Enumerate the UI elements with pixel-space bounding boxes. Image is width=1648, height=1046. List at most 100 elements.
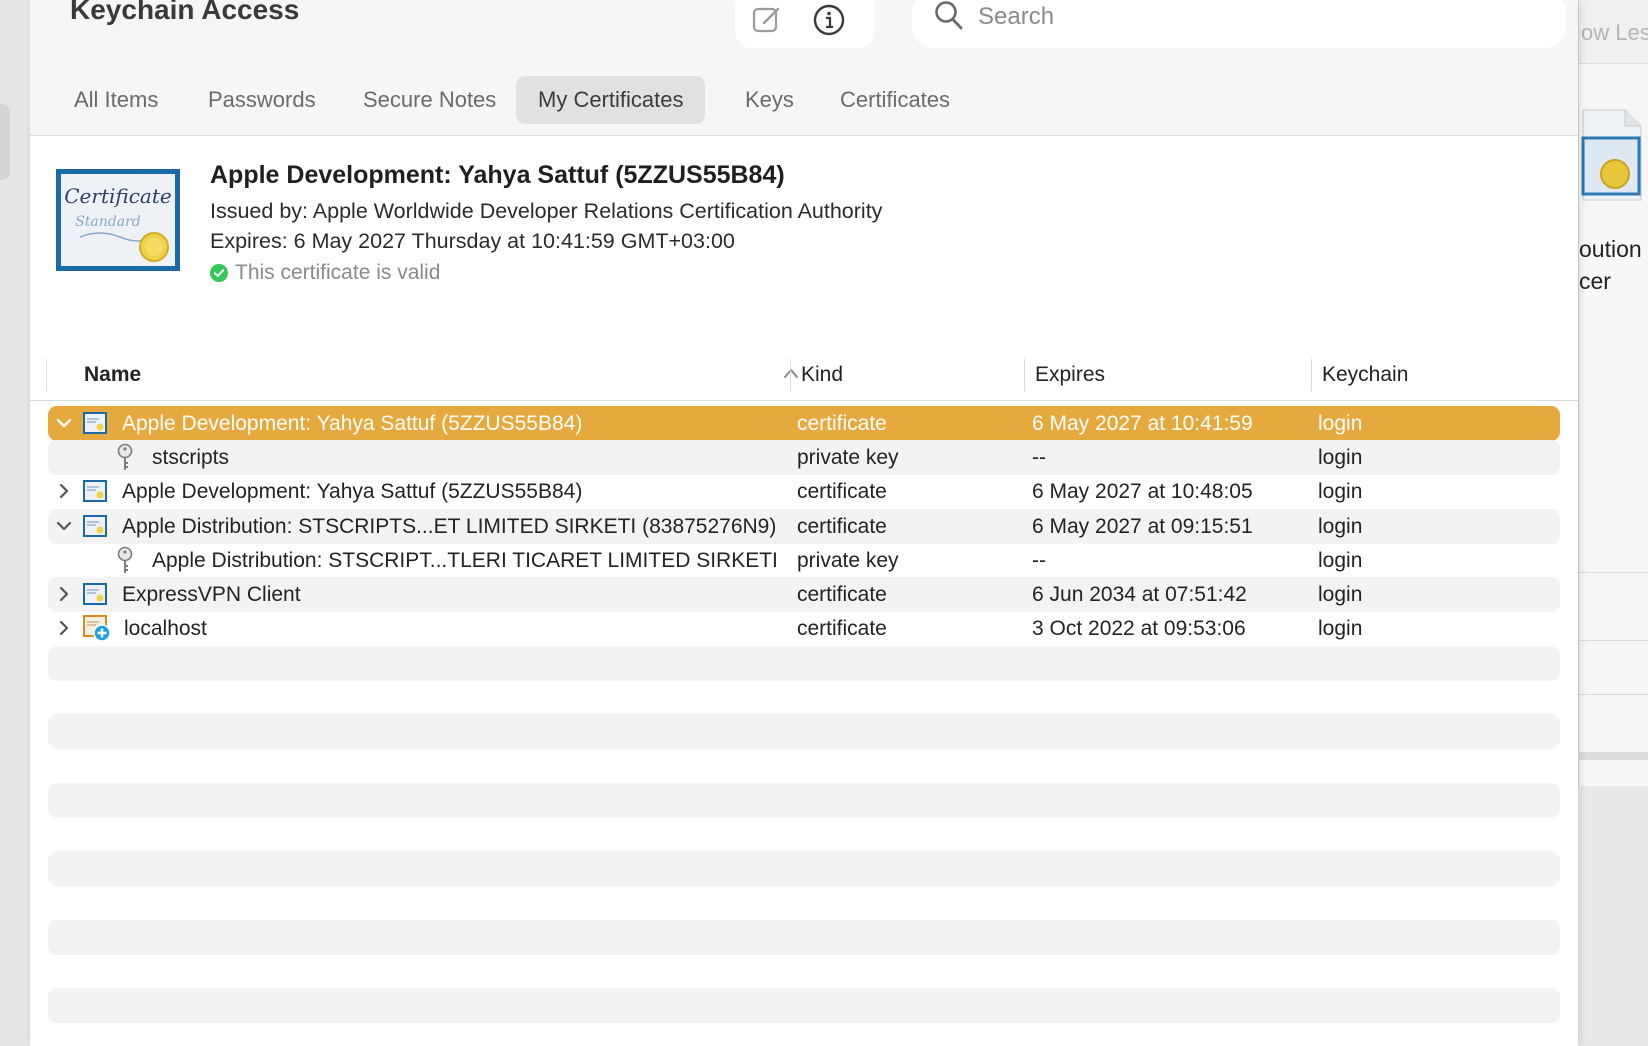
row-expires: -- — [1032, 446, 1046, 469]
tab-certificates[interactable]: Certificates — [818, 76, 972, 124]
row-name: Apple Development: Yahya Sattuf (5ZZUS55… — [122, 412, 583, 435]
certificate-icon — [83, 412, 107, 434]
certificate-icon — [83, 515, 107, 537]
row-keychain: login — [1318, 583, 1363, 606]
key-icon — [117, 443, 133, 470]
chevron-right-icon[interactable] — [54, 618, 74, 638]
keychain-window: Keychain Access Search All Items Passwor… — [30, 0, 1578, 1046]
chevron-right-icon[interactable] — [54, 481, 74, 501]
row-keychain: login — [1318, 617, 1363, 640]
row-keychain: login — [1318, 515, 1363, 538]
row-expires: 6 Jun 2034 at 07:51:42 — [1032, 583, 1247, 606]
row-kind: private key — [797, 446, 899, 469]
tab-my-certificates[interactable]: My Certificates — [516, 76, 706, 124]
certificate-icon — [83, 583, 107, 605]
row-kind: certificate — [797, 617, 887, 640]
table-row[interactable]: stscripts private key -- login — [48, 440, 1560, 475]
info-icon — [813, 4, 845, 36]
certificate-art-subtext: Standard — [75, 214, 141, 230]
row-name: Apple Distribution: STSCRIPT...TLERI TIC… — [152, 549, 778, 572]
search-icon — [935, 1, 963, 30]
certificate-icon — [83, 480, 107, 502]
column-header-name[interactable]: Name — [84, 359, 141, 391]
toolbar: Keychain Access Search All Items Passwor… — [30, 0, 1578, 136]
tab-all-items[interactable]: All Items — [52, 76, 180, 124]
background-text-line-2: cer — [1579, 268, 1611, 294]
tab-passwords[interactable]: Passwords — [186, 76, 338, 124]
row-keychain: login — [1318, 412, 1363, 435]
row-keychain: login — [1318, 549, 1363, 572]
empty-row — [48, 714, 1560, 749]
tab-keys[interactable]: Keys — [723, 76, 816, 124]
background-text-line-1: oution — [1579, 236, 1642, 262]
search-field[interactable] — [912, 0, 1566, 48]
toolbar-button-group — [735, 0, 875, 48]
row-name: stscripts — [152, 446, 230, 469]
column-separator[interactable] — [790, 359, 791, 391]
row-keychain: login — [1318, 480, 1363, 503]
column-separator — [46, 359, 47, 391]
left-window-edge — [0, 0, 30, 1046]
row-kind: certificate — [797, 412, 887, 435]
table-row[interactable]: localhost certificate 3 Oct 2022 at 09:5… — [48, 611, 1560, 646]
table-row[interactable]: Apple Development: Yahya Sattuf (5ZZUS55… — [48, 406, 1560, 441]
divider — [1579, 694, 1648, 695]
row-expires: -- — [1032, 549, 1046, 572]
table-row[interactable]: Apple Development: Yahya Sattuf (5ZZUS55… — [48, 474, 1560, 509]
validity-text: This certificate is valid — [235, 261, 441, 284]
column-header-expires[interactable]: Expires — [1035, 359, 1105, 391]
chevron-down-icon[interactable] — [54, 413, 74, 433]
row-expires: 6 May 2027 at 10:41:59 — [1032, 412, 1253, 435]
detail-issued-by: Issued by: Apple Worldwide Developer Rel… — [210, 199, 883, 223]
item-detail-header: Certificate Standard Apple Development: … — [30, 137, 1578, 349]
column-separator[interactable] — [1024, 359, 1025, 391]
row-name: Apple Development: Yahya Sattuf (5ZZUS55… — [122, 480, 583, 503]
table-row[interactable]: ExpressVPN Client certificate 6 Jun 2034… — [48, 577, 1560, 612]
row-expires: 3 Oct 2022 at 09:53:06 — [1032, 617, 1246, 640]
sidebar-handle[interactable] — [0, 104, 10, 180]
certificate-art-text: Certificate — [64, 184, 171, 208]
certificate-icon: Certificate Standard — [56, 169, 180, 271]
certificate-custom-trust-icon — [83, 615, 111, 642]
checkmark-circle-icon — [210, 264, 228, 282]
detail-title: Apple Development: Yahya Sattuf (5ZZUS55… — [210, 161, 785, 189]
column-header-keychain[interactable]: Keychain — [1322, 359, 1408, 391]
info-button[interactable] — [809, 0, 849, 40]
chevron-down-icon[interactable] — [54, 516, 74, 536]
certificate-large-icon — [1581, 109, 1642, 201]
scrollbar[interactable] — [1579, 752, 1648, 760]
empty-row — [48, 920, 1560, 955]
column-header-kind[interactable]: Kind — [801, 359, 843, 391]
detail-expires: Expires: 6 May 2027 Thursday at 10:41:59… — [210, 229, 735, 253]
table-header: Name Kind Expires Keychain — [30, 349, 1578, 401]
row-expires: 6 May 2027 at 09:15:51 — [1032, 515, 1253, 538]
row-name: Apple Distribution: STSCRIPTS...ET LIMIT… — [122, 515, 777, 538]
row-kind: certificate — [797, 480, 887, 503]
divider — [1579, 640, 1648, 641]
tab-secure-notes[interactable]: Secure Notes — [341, 76, 518, 124]
chevron-right-icon[interactable] — [54, 584, 74, 604]
table-row[interactable]: Apple Distribution: STSCRIPT...TLERI TIC… — [48, 543, 1560, 578]
window-title: Keychain Access — [70, 0, 300, 25]
search-input[interactable] — [978, 2, 1538, 32]
column-separator[interactable] — [1311, 359, 1312, 391]
row-name: ExpressVPN Client — [122, 583, 301, 606]
background-window-toolbar: ow Les — [1579, 0, 1648, 64]
empty-row — [48, 783, 1560, 818]
desktop-area — [1578, 786, 1648, 1046]
compose-icon — [752, 7, 780, 33]
row-kind: private key — [797, 549, 899, 572]
row-expires: 6 May 2027 at 10:48:05 — [1032, 480, 1253, 503]
row-kind: certificate — [797, 583, 887, 606]
empty-row — [48, 851, 1560, 886]
key-icon — [117, 546, 133, 573]
table-row[interactable]: Apple Distribution: STSCRIPTS...ET LIMIT… — [48, 509, 1560, 544]
row-keychain: login — [1318, 446, 1363, 469]
new-item-button[interactable] — [747, 0, 787, 40]
row-kind: certificate — [797, 515, 887, 538]
show-less-button[interactable]: ow Les — [1581, 20, 1648, 46]
divider — [1579, 572, 1648, 573]
sort-ascending-icon — [784, 369, 798, 378]
validity-status: This certificate is valid — [210, 261, 440, 285]
row-name: localhost — [124, 617, 207, 640]
